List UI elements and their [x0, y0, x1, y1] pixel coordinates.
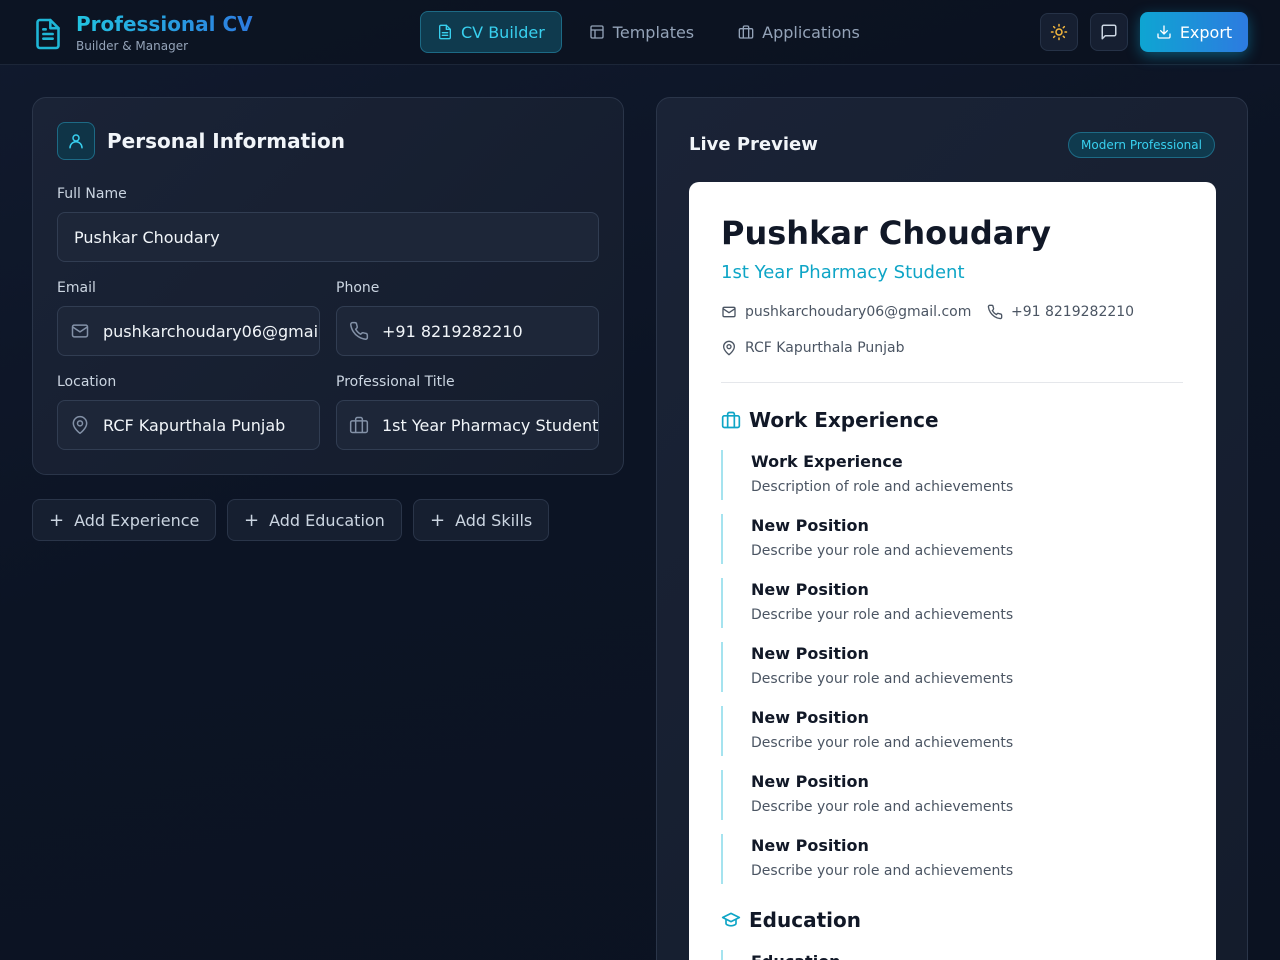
experience-item: New Position Describe your role and achi…	[721, 642, 1161, 692]
cv-email-value: pushkarchoudary06@gmail.com	[745, 304, 972, 320]
full-name-value: Pushkar Choudary	[74, 227, 220, 247]
brand-title: Professional CV	[76, 12, 253, 36]
cv-phone: +91 8219282210	[987, 304, 1134, 320]
main-nav: CV Builder Templates Applications	[420, 11, 877, 53]
location-value: RCF Kapurthala Punjab	[103, 415, 286, 435]
section-title: Work Experience	[749, 408, 939, 432]
phone-icon	[987, 304, 1003, 320]
add-skills-button[interactable]: + Add Skills	[413, 499, 550, 541]
email-field[interactable]: pushkarchoudary06@gmail.com	[57, 306, 320, 356]
card-header: Personal Information	[57, 122, 345, 160]
cv-email: pushkarchoudary06@gmail.com	[721, 304, 971, 320]
experience-title: New Position	[751, 836, 869, 855]
cv-title: 1st Year Pharmacy Student	[721, 262, 965, 283]
plus-icon: +	[49, 509, 65, 531]
theme-toggle-button[interactable]	[1040, 13, 1078, 51]
briefcase-icon	[738, 24, 754, 40]
section-title: Education	[749, 908, 861, 932]
experience-title: New Position	[751, 772, 869, 791]
preview-title: Live Preview	[689, 134, 818, 155]
cv-divider	[721, 382, 1183, 383]
message-square-icon	[1100, 23, 1118, 41]
card-title: Personal Information	[107, 129, 345, 153]
experience-item: New Position Describe your role and achi…	[721, 834, 1161, 884]
experience-item: Work Experience Description of role and …	[721, 450, 1161, 500]
location-field[interactable]: RCF Kapurthala Punjab	[57, 400, 320, 450]
plus-icon: +	[244, 509, 260, 531]
cv-document: Pushkar Choudary 1st Year Pharmacy Stude…	[689, 182, 1216, 960]
experience-desc: Describe your role and achievements	[751, 735, 1014, 751]
tab-applications[interactable]: Applications	[721, 11, 877, 53]
experience-title: New Position	[751, 516, 869, 535]
cv-location-value: RCF Kapurthala Punjab	[745, 340, 905, 356]
export-button[interactable]: Export	[1140, 12, 1248, 52]
experience-desc: Describe your role and achievements	[751, 607, 1014, 623]
professional-title-field[interactable]: 1st Year Pharmacy Student	[336, 400, 599, 450]
personal-information-card: Personal Information Full Name Pushkar C…	[32, 97, 624, 475]
tab-label: Applications	[762, 22, 860, 42]
cv-name: Pushkar Choudary	[721, 214, 1052, 252]
full-name-field[interactable]: Pushkar Choudary	[57, 212, 599, 262]
full-name-label: Full Name	[57, 186, 127, 202]
experience-title: New Position	[751, 580, 869, 599]
experience-desc: Describe your role and achievements	[751, 671, 1014, 687]
location-label: Location	[57, 374, 117, 390]
education-title: Education	[751, 952, 1161, 960]
experience-item: New Position Describe your role and achi…	[721, 514, 1161, 564]
work-experience-heading: Work Experience	[721, 408, 939, 432]
brand[interactable]: Professional CV Builder & Manager	[34, 14, 253, 53]
add-skills-label: Add Skills	[455, 510, 533, 530]
professional-title-label: Professional Title	[336, 374, 455, 390]
experience-desc: Describe your role and achievements	[751, 863, 1014, 879]
mail-icon	[70, 321, 90, 341]
briefcase-icon	[721, 410, 741, 430]
experience-item: New Position Describe your role and achi…	[721, 706, 1161, 756]
phone-label: Phone	[336, 280, 380, 296]
phone-icon	[349, 321, 369, 341]
template-badge[interactable]: Modern Professional	[1068, 132, 1215, 158]
download-icon	[1156, 24, 1172, 40]
experience-title: New Position	[751, 644, 869, 663]
experience-desc: Describe your role and achievements	[751, 799, 1014, 815]
map-pin-icon	[70, 415, 90, 435]
briefcase-icon	[349, 415, 369, 435]
experience-item: New Position Describe your role and achi…	[721, 578, 1161, 628]
experience-desc: Describe your role and achievements	[751, 543, 1014, 559]
top-bar: Professional CV Builder & Manager CV Bui…	[0, 0, 1280, 65]
experience-title: New Position	[751, 708, 869, 727]
live-preview-panel: Live Preview Modern Professional Pushkar…	[656, 97, 1248, 960]
mail-icon	[721, 304, 737, 320]
file-text-icon	[437, 24, 453, 40]
user-icon	[57, 122, 95, 160]
tab-cv-builder[interactable]: CV Builder	[420, 11, 562, 53]
graduation-cap-icon	[721, 910, 741, 930]
file-text-icon	[34, 17, 62, 51]
email-label: Email	[57, 280, 96, 296]
cv-location: RCF Kapurthala Punjab	[721, 340, 905, 356]
tab-templates[interactable]: Templates	[572, 11, 711, 53]
add-experience-label: Add Experience	[74, 510, 200, 530]
export-label: Export	[1179, 22, 1233, 42]
cv-phone-value: +91 8219282210	[1011, 304, 1135, 320]
sun-icon	[1050, 23, 1068, 41]
map-pin-icon	[721, 340, 737, 356]
tab-label: CV Builder	[461, 22, 545, 42]
professional-title-value: 1st Year Pharmacy Student	[382, 415, 598, 435]
add-education-button[interactable]: + Add Education	[227, 499, 402, 541]
phone-value: +91 8219282210	[382, 321, 523, 341]
education-item: Education	[721, 950, 1161, 960]
experience-title: Work Experience	[751, 452, 903, 471]
feedback-button[interactable]	[1090, 13, 1128, 51]
phone-field[interactable]: +91 8219282210	[336, 306, 599, 356]
education-heading: Education	[721, 908, 861, 932]
add-education-label: Add Education	[269, 510, 385, 530]
tab-label: Templates	[612, 22, 695, 42]
layout-icon	[589, 24, 605, 40]
add-experience-button[interactable]: + Add Experience	[32, 499, 217, 541]
experience-item: New Position Describe your role and achi…	[721, 770, 1161, 820]
experience-desc: Description of role and achievements	[751, 479, 1014, 495]
brand-subtitle: Builder & Manager	[76, 39, 189, 53]
plus-icon: +	[430, 509, 446, 531]
email-value: pushkarchoudary06@gmail.com	[103, 321, 319, 341]
